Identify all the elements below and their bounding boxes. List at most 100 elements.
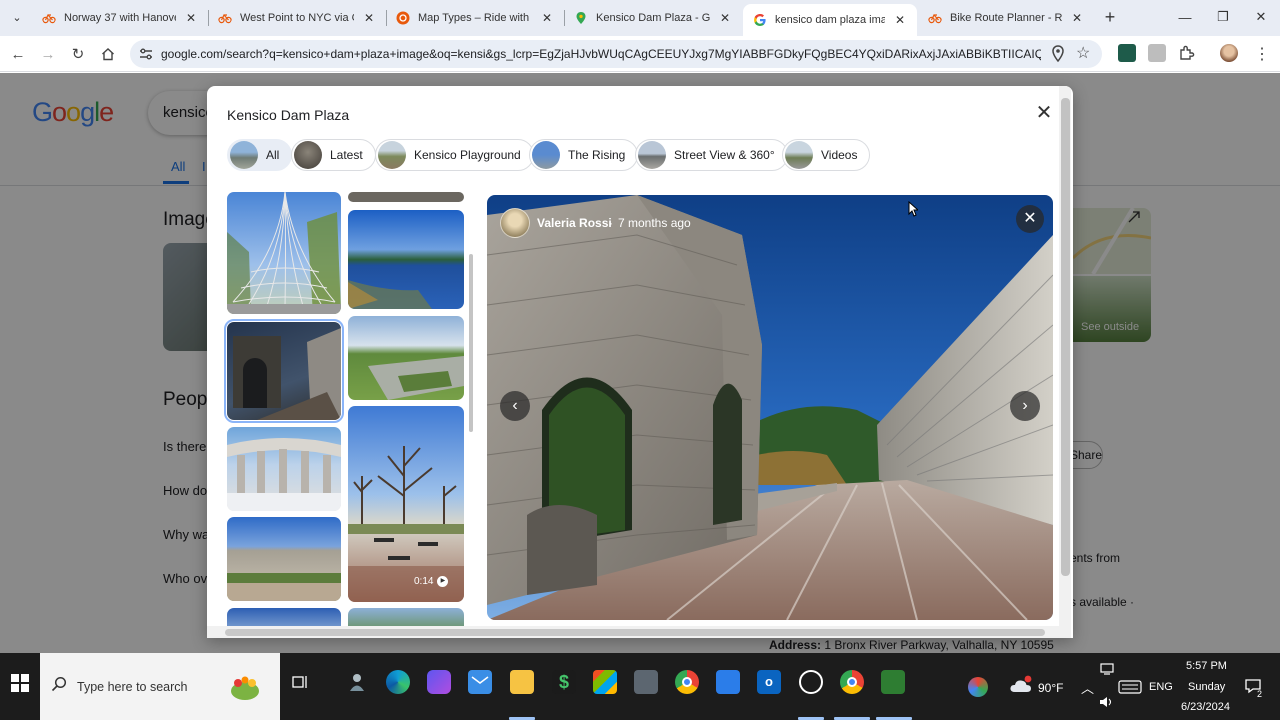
chip-thumbnail (785, 141, 813, 169)
dialog-close-icon[interactable]: ✕ (1033, 102, 1055, 124)
location-pin-icon[interactable] (1050, 45, 1066, 63)
input-language[interactable]: ENG (1149, 681, 1173, 693)
address-bar[interactable]: google.com/search?q=kensico+dam+plaza+im… (130, 40, 1102, 68)
chip-kensico-playground[interactable]: Kensico Playground (375, 139, 534, 171)
extension-icon[interactable] (1148, 44, 1166, 62)
clock-day[interactable]: Sunday (1188, 681, 1225, 693)
network-icon[interactable] (1100, 663, 1114, 675)
bike-icon (42, 13, 56, 24)
edge-icon[interactable] (386, 670, 410, 694)
browser-toolbar: ← → ↻ google.com/search?q=kensico+dam+pl… (0, 36, 1280, 72)
calculator-icon[interactable] (634, 670, 658, 694)
keyboard-icon[interactable] (1118, 680, 1142, 694)
maps-pin-icon (576, 12, 586, 24)
previous-image-chevron-icon[interactable]: ‹ (500, 391, 530, 421)
image-viewer-dialog: Kensico Dam Plaza ✕ All Latest Kensico P… (207, 86, 1073, 638)
back-arrow-icon[interactable]: ← (6, 42, 30, 66)
chrome-icon[interactable] (675, 670, 699, 694)
chip-thumbnail (230, 141, 258, 169)
profile-avatar[interactable] (1220, 44, 1238, 62)
image-thumbnail-reservoir[interactable] (348, 210, 464, 309)
chip-thumbnail (638, 141, 666, 169)
money-app-icon[interactable]: $ (552, 670, 576, 694)
volume-icon[interactable] (1099, 696, 1113, 708)
browser-tab-3[interactable]: Map Types – Ride with GPS ✕ (386, 4, 564, 32)
ridewithgps-icon (396, 11, 410, 25)
image-thumbnail-dam-wall[interactable] (227, 517, 341, 601)
reload-icon[interactable]: ↻ (66, 42, 90, 66)
site-settings-icon[interactable] (138, 46, 154, 62)
browser-tab-active[interactable]: kensico dam plaza image ✕ (743, 4, 917, 36)
viewer-close-icon[interactable]: ✕ (1016, 205, 1044, 233)
tab-close-icon[interactable]: ✕ (184, 11, 198, 25)
tab-close-icon[interactable]: ✕ (540, 11, 554, 25)
chip-latest[interactable]: Latest (291, 139, 376, 171)
tab-title: kensico dam plaza image (775, 14, 885, 26)
home-icon[interactable] (96, 42, 120, 66)
tab-close-icon[interactable]: ✕ (893, 13, 907, 27)
copilot-icon[interactable] (427, 670, 451, 694)
kensico-dam-photo (487, 195, 1053, 620)
browser-tab-bar: ⌄ Norway 37 with Hanover S ✕ West Point … (0, 0, 1280, 36)
outlook-icon[interactable]: o (757, 670, 781, 694)
browser-tab-1[interactable]: Norway 37 with Hanover S ✕ (32, 4, 208, 32)
tab-close-icon[interactable]: ✕ (362, 11, 376, 25)
browser-tab-6[interactable]: Bike Route Planner - Ride ✕ (918, 4, 1094, 32)
extension-icon[interactable] (1118, 44, 1136, 62)
chip-street-view[interactable]: Street View & 360° (635, 139, 788, 171)
chip-all[interactable]: All (227, 139, 293, 171)
image-thumbnail-colonnade[interactable] (227, 427, 341, 511)
store-icon[interactable] (593, 670, 617, 694)
bike-icon (928, 13, 942, 24)
grid-scrollbar[interactable] (469, 254, 473, 432)
forward-arrow-icon[interactable]: → (36, 42, 60, 66)
dialog-horizontal-scrollbar-thumb[interactable] (225, 629, 1045, 636)
image-thumbnail-aerial-plaza[interactable] (348, 316, 464, 400)
video-duration-badge: 0:14 ▶ (414, 576, 449, 587)
screen-recorder-icon[interactable] (799, 670, 823, 694)
main-image-viewer[interactable]: Valeria Rossi · 7 months ago ✕ ‹ › (487, 195, 1053, 620)
author-avatar[interactable] (500, 208, 530, 238)
app-icon[interactable] (345, 670, 369, 694)
mail-icon[interactable] (468, 670, 492, 694)
browser-tab-2[interactable]: West Point to NYC via Gras ✕ (208, 4, 386, 32)
tab-close-icon[interactable]: ✕ (1070, 11, 1084, 25)
author-name[interactable]: Valeria Rossi (537, 216, 612, 230)
camtasia-icon[interactable] (881, 670, 905, 694)
minimize-icon[interactable]: — (1166, 0, 1204, 34)
puzzle-extensions-icon[interactable] (1178, 44, 1196, 62)
tab-search-dropdown-icon[interactable]: ⌄ (6, 6, 28, 28)
weather-temperature[interactable]: 90°F (1038, 681, 1063, 695)
calendar-icon[interactable] (716, 670, 740, 694)
chip-label: All (266, 148, 280, 162)
chrome-window-icon[interactable] (840, 670, 864, 694)
clock-time[interactable]: 5:57 PM (1186, 660, 1227, 672)
tray-expand-chevron-icon[interactable]: ︿ (1081, 678, 1094, 697)
chip-label: Latest (330, 148, 363, 162)
dialog-scrollbar-thumb[interactable] (1061, 98, 1070, 576)
restore-icon[interactable]: ❐ (1204, 0, 1242, 34)
meta-separator: · (609, 216, 613, 230)
tray-app-icon[interactable] (968, 677, 988, 697)
image-thumbnail-selected[interactable] (224, 319, 344, 423)
browser-tab-4[interactable]: Kensico Dam Plaza - Goog ✕ (564, 4, 742, 32)
bookmark-star-icon[interactable]: ☆ (1076, 43, 1090, 63)
image-thumbnail-partial-top[interactable] (348, 192, 464, 202)
clock-date[interactable]: 6/23/2024 (1181, 701, 1230, 713)
chip-videos[interactable]: Videos (782, 139, 871, 171)
window-close-icon[interactable]: ✕ (1242, 0, 1280, 34)
file-explorer-icon[interactable] (510, 670, 534, 694)
chip-the-rising[interactable]: The Rising (529, 139, 639, 171)
more-menu-icon[interactable]: ⋮ (1250, 42, 1274, 66)
windows-start-icon[interactable] (10, 673, 30, 693)
image-thumbnail-the-rising[interactable] (227, 192, 341, 314)
task-view-icon[interactable] (288, 670, 312, 694)
tab-close-icon[interactable]: ✕ (718, 11, 732, 25)
next-image-chevron-icon[interactable]: › (1010, 391, 1040, 421)
weather-cloud-icon[interactable] (1009, 675, 1033, 695)
taskbar-search-placeholder: Type here to search (77, 680, 188, 694)
taskbar-search-box[interactable]: Type here to search (40, 653, 280, 720)
new-tab-plus-icon[interactable]: + (1099, 6, 1121, 28)
image-thumbnail-video[interactable]: 0:14 ▶ (348, 406, 464, 602)
url-text: google.com/search?q=kensico+dam+plaza+im… (161, 47, 1041, 61)
